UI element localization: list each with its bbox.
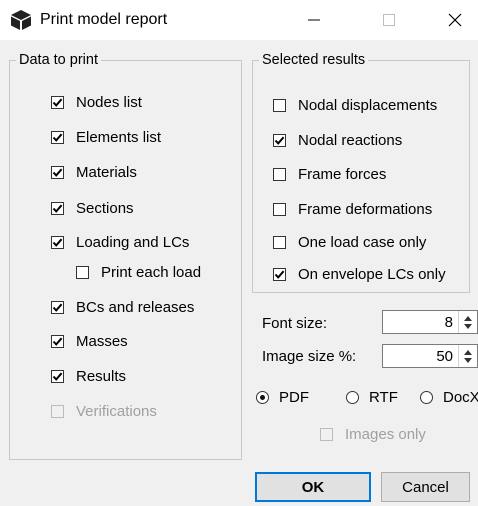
checkmark-icon[interactable] [51,334,64,348]
cancel-button[interactable]: Cancel [381,472,470,502]
radio-button-icon[interactable] [420,390,433,404]
minimize-icon [308,19,320,21]
radio-button-icon[interactable] [256,390,269,404]
checkbox-box[interactable] [76,265,89,279]
radio-button-icon[interactable] [346,390,359,404]
masses-label: Masses [76,332,128,350]
nodal-reactions-label: Nodal reactions [298,131,403,149]
nodes-list-label: Nodes list [76,93,142,111]
checkmark-icon[interactable] [51,165,64,179]
checkmark-icon[interactable] [51,201,64,215]
maximize-icon [383,14,395,26]
cube-icon [10,9,32,31]
images-only-checkbox: Images only [320,424,426,444]
images-only-label: Images only [345,425,426,443]
checkbox-box [320,427,333,441]
one-load-case-only-checkbox[interactable]: One load case only [273,232,426,252]
docx-radio[interactable]: DocX [420,387,478,407]
font-size-spinner[interactable]: 8 [382,310,478,334]
checkmark-icon[interactable] [51,369,64,383]
verifications-label: Verifications [76,402,157,420]
selected-results-legend: Selected results [262,52,366,68]
on-envelope-lcs-only-checkbox[interactable]: On envelope LCs only [273,264,446,284]
data-to-print-group: Data to print [9,52,242,460]
checkbox-box[interactable] [273,98,286,112]
pdf-label: PDF [279,388,309,406]
one-load-case-only-label: One load case only [298,233,427,251]
on-envelope-lcs-only-label: On envelope LCs only [298,265,446,283]
checkbox-box[interactable] [273,167,286,181]
masses-checkbox[interactable]: Masses [51,331,128,351]
docx-label: DocX [443,388,478,406]
elements-list-label: Elements list [76,128,162,146]
rtf-label: RTF [369,388,398,406]
image-size-label: Image size %: [262,347,357,365]
results-checkbox[interactable]: Results [51,366,126,386]
spinner-arrows-icon[interactable] [458,311,477,333]
close-button[interactable] [432,0,478,40]
title-bar: Print model report [0,0,478,40]
image-size-spinner[interactable]: 50 [382,344,478,368]
nodal-displacements-label: Nodal displacements [298,96,438,114]
verifications-checkbox: Verifications [51,401,157,421]
elements-list-checkbox[interactable]: Elements list [51,127,161,147]
checkbox-box[interactable] [273,202,286,216]
close-icon [448,13,462,27]
checkmark-icon[interactable] [51,235,64,249]
font-size-value: 8 [444,314,453,331]
pdf-radio[interactable]: PDF [256,387,309,407]
frame-deformations-label: Frame deformations [298,200,433,218]
nodal-reactions-checkbox[interactable]: Nodal reactions [273,130,402,150]
checkbox-box[interactable] [273,235,286,249]
image-size-value: 50 [436,348,453,365]
bcs-and-releases-label: BCs and releases [76,298,195,316]
minimize-button[interactable] [291,0,337,40]
sections-label: Sections [76,199,134,217]
checkbox-box [51,404,64,418]
checkmark-icon[interactable] [51,95,64,109]
window-title: Print model report [40,11,168,28]
print-each-load-checkbox[interactable]: Print each load [76,262,201,282]
sections-checkbox[interactable]: Sections [51,198,134,218]
loading-and-lcs-checkbox[interactable]: Loading and LCs [51,232,189,252]
checkmark-icon[interactable] [273,267,286,281]
nodes-list-checkbox[interactable]: Nodes list [51,92,142,112]
checkmark-icon[interactable] [273,133,286,147]
materials-checkbox[interactable]: Materials [51,162,137,182]
spinner-arrows-icon[interactable] [458,345,477,367]
font-size-label: Font size: [262,314,328,332]
data-to-print-legend: Data to print [19,52,98,68]
checkmark-icon[interactable] [51,300,64,314]
loading-and-lcs-label: Loading and LCs [76,233,190,251]
materials-label: Materials [76,163,137,181]
print-each-load-label: Print each load [101,263,202,281]
maximize-button [366,0,412,40]
ok-button[interactable]: OK [255,472,371,502]
rtf-radio[interactable]: RTF [346,387,398,407]
bcs-and-releases-checkbox[interactable]: BCs and releases [51,297,194,317]
nodal-displacements-checkbox[interactable]: Nodal displacements [273,95,437,115]
frame-forces-checkbox[interactable]: Frame forces [273,164,386,184]
results-label: Results [76,367,127,385]
checkmark-icon[interactable] [51,130,64,144]
frame-deformations-checkbox[interactable]: Frame deformations [273,199,432,219]
frame-forces-label: Frame forces [298,165,387,183]
